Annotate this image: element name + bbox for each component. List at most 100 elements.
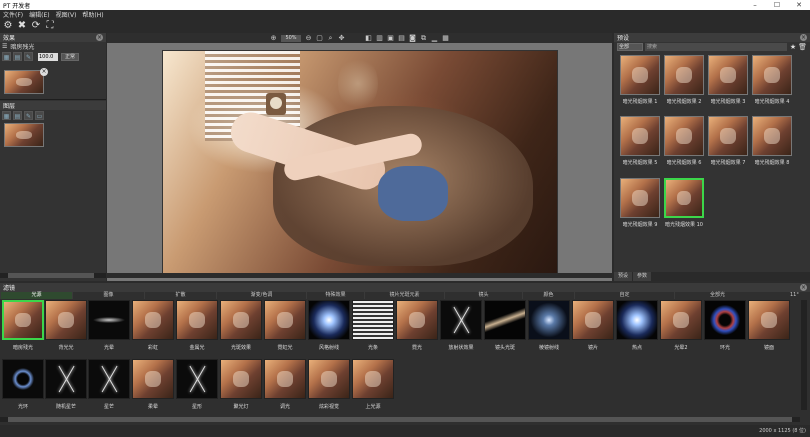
category-diffuse[interactable]: 扩散	[144, 292, 216, 299]
mask-brush-icon[interactable]: ✎	[24, 111, 33, 120]
category-all-light[interactable]: 全部光	[674, 292, 760, 299]
after-icon[interactable]: ▤	[397, 34, 406, 42]
menu-help[interactable]: 帮助(H)	[82, 10, 103, 19]
category-special[interactable]: 特殊效果	[306, 292, 364, 299]
remove-layer-icon[interactable]: ×	[40, 68, 48, 76]
before-icon[interactable]: ▣	[386, 34, 395, 42]
filter-item[interactable]: 光晕2	[660, 300, 702, 352]
zoom-level[interactable]: 50%	[281, 34, 301, 42]
settings-gear-icon[interactable]: ⚙	[2, 20, 14, 32]
category-custom[interactable]: 自定	[574, 292, 674, 299]
tab-parameters[interactable]: 参数	[633, 272, 652, 281]
close-filters-icon[interactable]: ×	[800, 284, 807, 291]
maximize-button[interactable]: ☐	[766, 1, 788, 9]
filter-item[interactable]: 光晕	[88, 300, 130, 352]
move-icon[interactable]: ✥	[337, 34, 346, 42]
left-scrollbar[interactable]	[0, 273, 106, 278]
preset-item[interactable]: 暗光残烟效果 5	[620, 116, 660, 173]
mask-erase-icon[interactable]: ▭	[35, 111, 44, 120]
delete-x-icon[interactable]: ✖	[16, 20, 28, 32]
fit-icon[interactable]: ▢	[315, 34, 324, 42]
mask-add-icon[interactable]: ▦	[2, 111, 11, 120]
menu-file[interactable]: 文件(F)	[3, 10, 23, 19]
filters-vertical-scrollbar[interactable]	[801, 300, 807, 410]
layer-mask-icon[interactable]: ▤	[13, 52, 22, 61]
blend-mode-button[interactable]: 正常	[61, 52, 80, 61]
filter-item[interactable]: 镜片	[572, 300, 614, 352]
menu-view[interactable]: 视图(V)	[56, 10, 77, 19]
filter-item[interactable]: 随机星芒	[45, 359, 87, 411]
refresh-icon[interactable]: ⟳	[30, 20, 42, 32]
filter-item[interactable]: 炫彩视觉	[308, 359, 350, 411]
grid-icon[interactable]: ▦	[441, 34, 450, 42]
preset-item[interactable]: 暗光残烟效果 4	[752, 55, 792, 112]
filter-item[interactable]: 上光源	[352, 359, 394, 411]
close-presets-icon[interactable]: ×	[800, 34, 807, 41]
magnify-icon[interactable]: ⌕	[326, 34, 335, 42]
compare-side-icon[interactable]: ▥	[375, 34, 384, 42]
filter-item[interactable]: 背光光	[45, 300, 87, 352]
mask-invert-icon[interactable]: ▤	[13, 111, 22, 120]
menu-edit[interactable]: 编辑(E)	[29, 10, 49, 19]
filter-item[interactable]: 光斑效果	[220, 300, 262, 352]
close-button[interactable]: ✕	[788, 1, 810, 9]
close-panel-icon[interactable]: ×	[96, 34, 103, 41]
zoom-in-icon[interactable]: ⊕	[269, 34, 278, 42]
filter-item[interactable]: 环光	[704, 300, 746, 352]
filter-item-selected[interactable]: 暗房残光	[2, 300, 44, 352]
filter-item[interactable]: 霓虹光	[264, 300, 306, 352]
category-light[interactable]: 光源	[0, 292, 72, 299]
filter-item[interactable]: 光环	[2, 359, 44, 411]
fit-frame-icon[interactable]: ⛶	[44, 20, 56, 32]
snapshot-icon[interactable]: ◙	[408, 34, 417, 42]
filter-item[interactable]: 聚光灯	[220, 359, 262, 411]
main-photo[interactable]	[162, 50, 558, 274]
category-flare-elements[interactable]: 镜片光斑元素	[364, 292, 444, 299]
minimize-button[interactable]: –	[744, 1, 766, 9]
copy-icon[interactable]: ⧉	[419, 34, 428, 42]
opacity-input[interactable]: 100.0	[38, 52, 58, 61]
category-color[interactable]: 颜色	[522, 292, 574, 299]
preset-item-selected[interactable]: 暗光残烟效果 10	[664, 178, 704, 235]
filter-item[interactable]: 金属光	[176, 300, 218, 352]
preset-item[interactable]: 暗光残烟效果 9	[620, 178, 660, 235]
left-scroll-thumb[interactable]	[8, 273, 94, 278]
filter-item[interactable]: 调光	[264, 359, 306, 411]
zoom-out-icon[interactable]: ⊖	[304, 34, 313, 42]
preset-item[interactable]: 暗光残烟效果 8	[752, 116, 792, 173]
filter-item[interactable]: 光条	[352, 300, 394, 352]
filter-item[interactable]: 镜头光斑	[484, 300, 526, 352]
trash-icon[interactable]: 🗑	[798, 43, 807, 51]
filters-scrollbar[interactable]	[0, 417, 800, 422]
preset-item[interactable]: 暗光残烟效果 6	[664, 116, 704, 173]
filter-item[interactable]: 星芒	[88, 359, 130, 411]
preset-item[interactable]: 暗光残烟效果 7	[708, 116, 748, 173]
category-lens[interactable]: 镜头	[444, 292, 522, 299]
layer-row[interactable]: ☰ 暗房残光	[0, 42, 106, 51]
filter-item[interactable]: 柔晕	[132, 359, 174, 411]
favorite-star-icon[interactable]: ★	[790, 43, 796, 51]
category-gradient[interactable]: 渐变/色调	[216, 292, 306, 299]
filter-item[interactable]: 放射状效果	[440, 300, 482, 352]
tab-presets[interactable]: 预设	[614, 272, 633, 281]
filter-item[interactable]: 镜面	[748, 300, 790, 352]
filter-item[interactable]: 热点	[616, 300, 658, 352]
preset-item[interactable]: 暗光残烟效果 3	[708, 55, 748, 112]
layer-brush-icon[interactable]: ✎	[24, 52, 33, 61]
histogram-icon[interactable]: ▁	[430, 34, 439, 42]
filter-item[interactable]: 风格射线	[308, 300, 350, 352]
filters-scroll-thumb[interactable]	[8, 417, 792, 422]
mask-thumbnail[interactable]	[4, 123, 44, 147]
filter-item[interactable]: 彩虹	[132, 300, 174, 352]
preset-search-input[interactable]: 搜索	[645, 43, 787, 51]
preset-item[interactable]: 暗光残烟效果 1	[620, 55, 660, 112]
preset-item[interactable]: 暗光残烟效果 2	[664, 55, 704, 112]
filter-item[interactable]: 棱镜射线	[528, 300, 570, 352]
filter-item[interactable]: 霓光	[396, 300, 438, 352]
layer-add-icon[interactable]: ▦	[2, 52, 11, 61]
compare-split-icon[interactable]: ◧	[364, 34, 373, 42]
category-image[interactable]: 图像	[72, 292, 144, 299]
preset-category-select[interactable]: 全部	[617, 43, 643, 51]
filter-item[interactable]: 星形	[176, 359, 218, 411]
layer-thumbnail[interactable]: ×	[4, 68, 48, 94]
